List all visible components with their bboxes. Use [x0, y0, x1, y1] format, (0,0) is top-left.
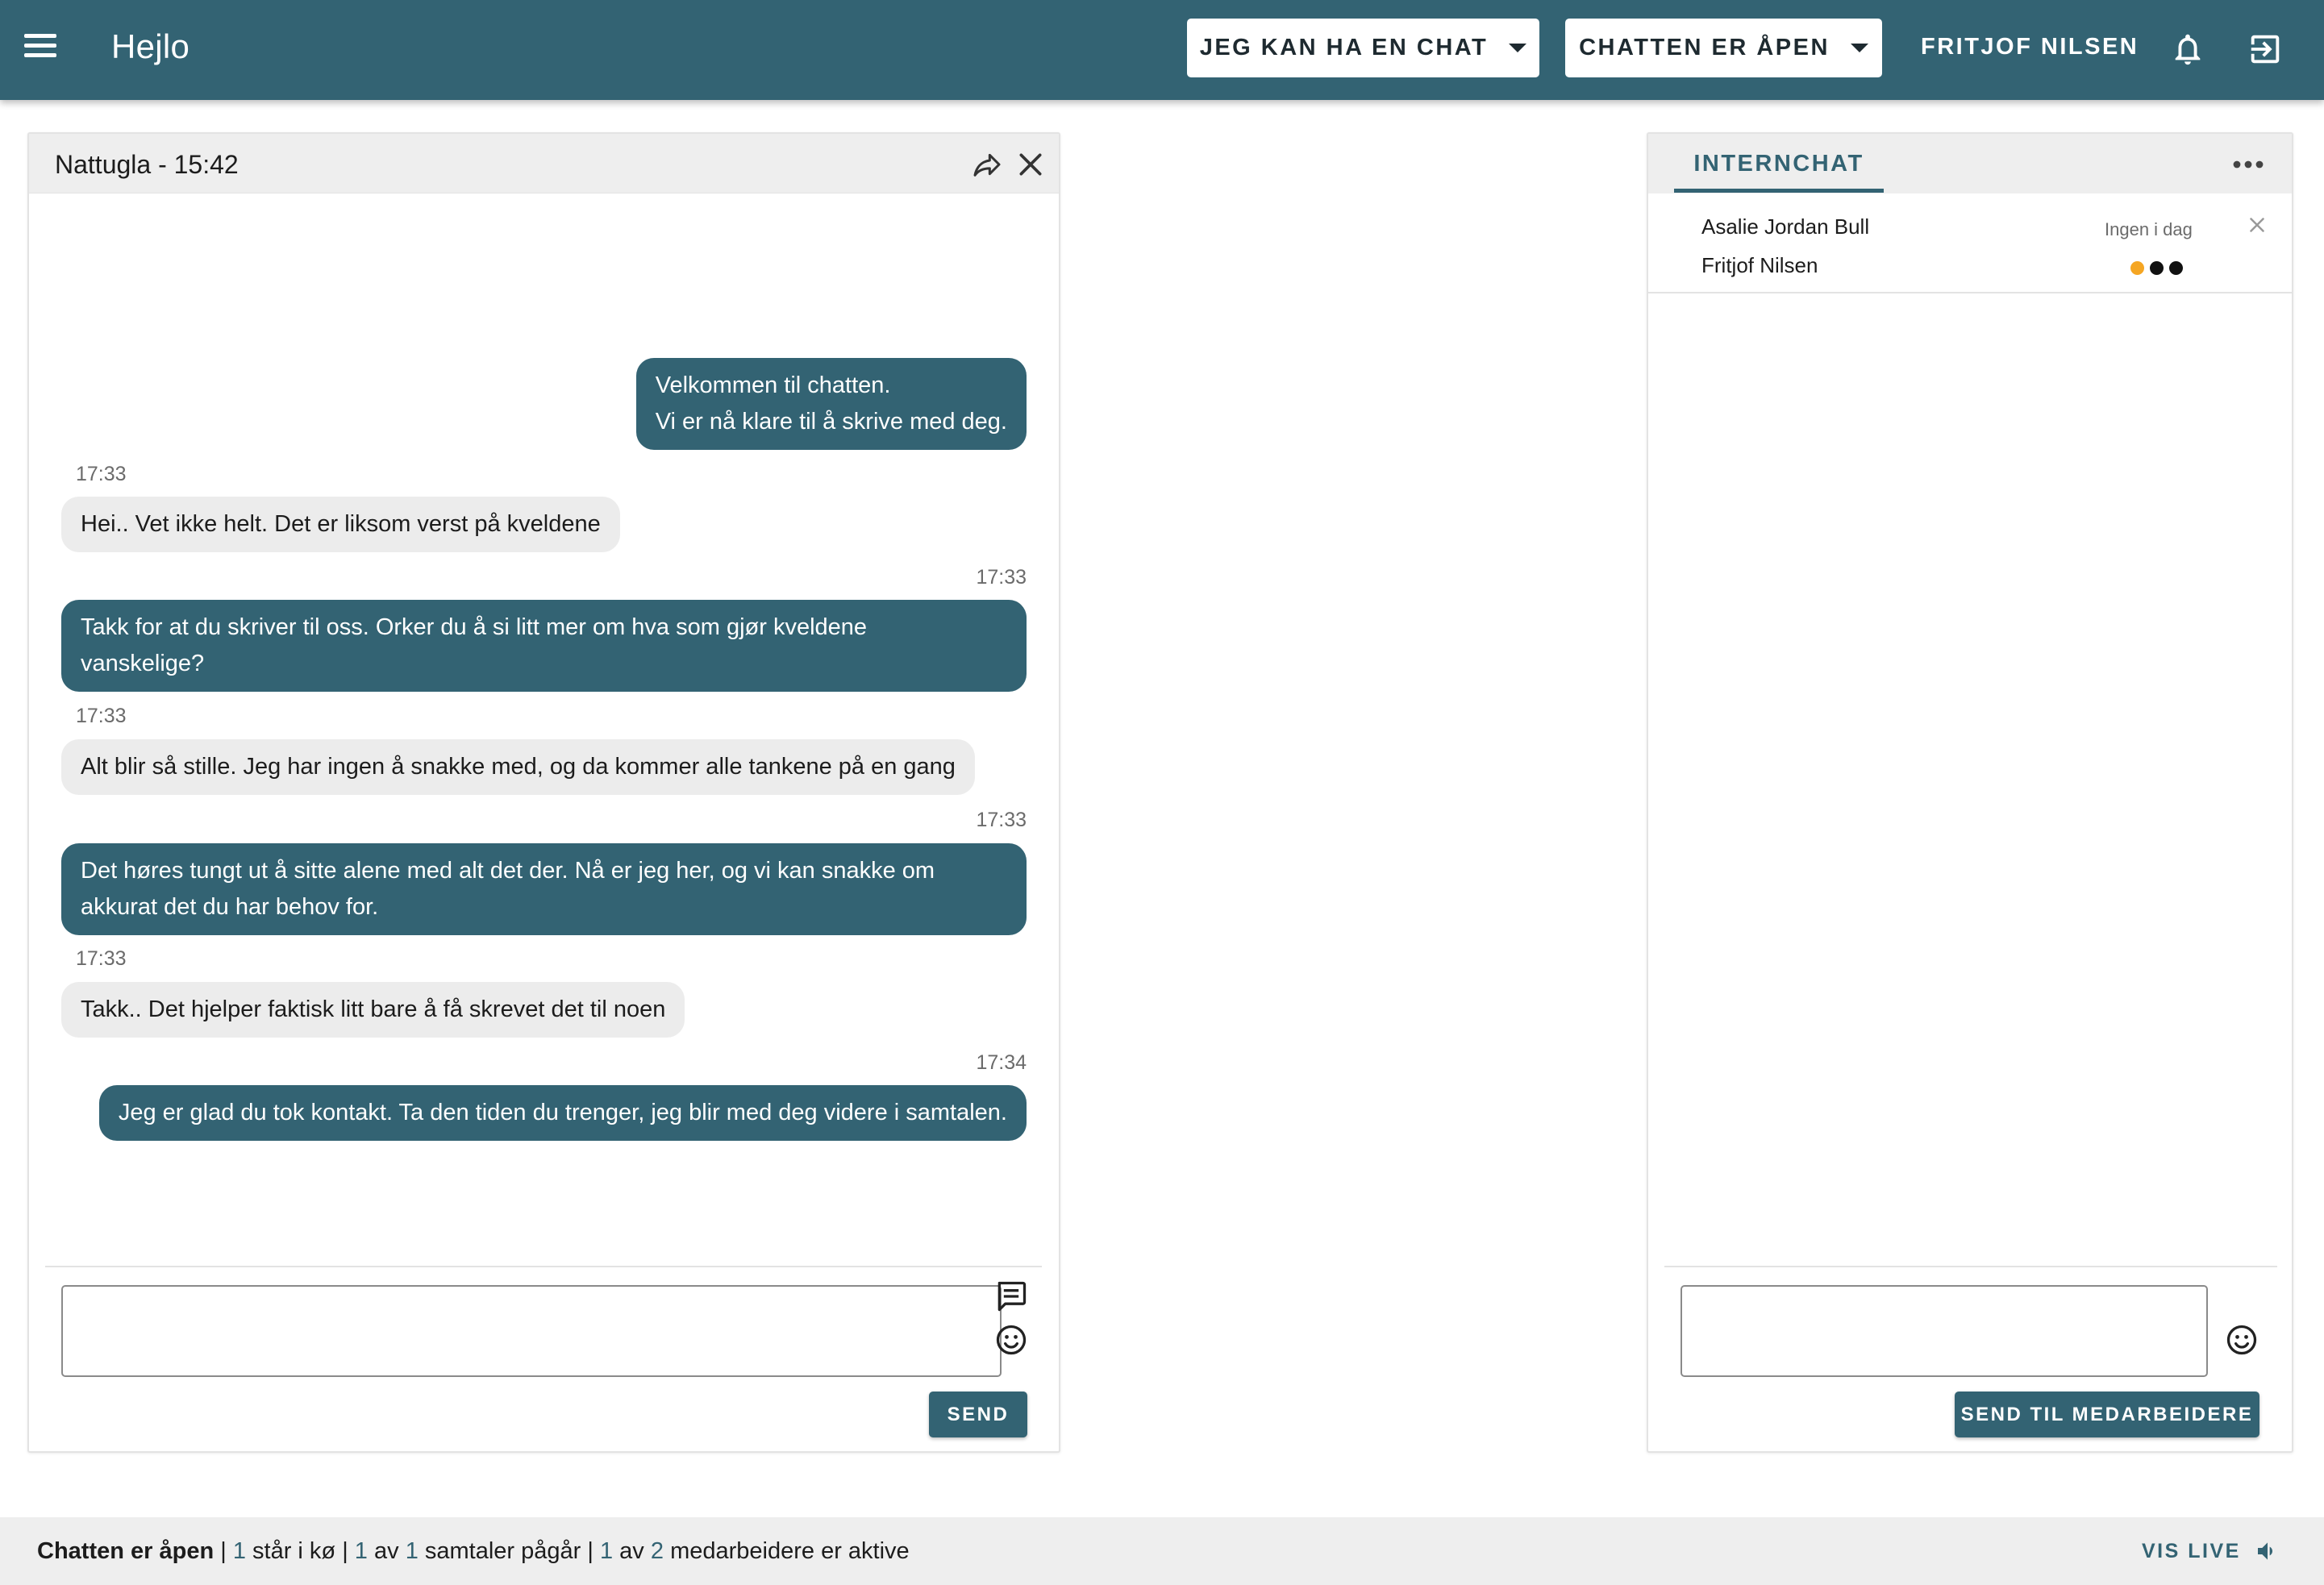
internchat-tabbar: INTERNCHAT: [1648, 134, 2292, 193]
availability-dropdown-label: JEG KAN HA EN CHAT: [1199, 35, 1489, 60]
message-list[interactable]: Velkommen til chatten. Vi er nå klare ti…: [29, 193, 1059, 1395]
typing-dot: [2130, 261, 2144, 275]
logout-icon[interactable]: [2247, 31, 2284, 68]
participant-status: Ingen i dag: [2105, 219, 2193, 239]
show-live-button[interactable]: VIS LIVE: [2142, 1540, 2241, 1563]
canned-responses-icon[interactable]: [993, 1279, 1029, 1314]
message-bubble-incoming: Alt blir så stille. Jeg har ingen å snak…: [61, 739, 975, 795]
message-bubble-outgoing: Det høres tungt ut å sitte alene med alt…: [61, 843, 1027, 935]
emoji-icon[interactable]: [993, 1322, 1029, 1358]
active-conversations-count: 1: [354, 1538, 368, 1564]
message-timestamp: 17:33: [76, 947, 127, 970]
internchat-message-input[interactable]: [1681, 1285, 2208, 1377]
typing-dot: [2169, 261, 2183, 275]
message-timestamp: 17:33: [76, 463, 127, 485]
participant-name: Asalie Jordan Bull: [1701, 214, 1870, 239]
message-timestamp: 17:33: [976, 809, 1027, 831]
typing-indicator: [2130, 261, 2183, 275]
caret-down-icon: [1509, 44, 1527, 52]
active-tab-indicator: [1674, 189, 1884, 193]
message-bubble-incoming: Takk.. Det hjelper faktisk litt bare å f…: [61, 982, 685, 1038]
internchat-panel: INTERNCHAT Asalie Jordan Bull Ingen i da…: [1647, 132, 2293, 1453]
close-icon[interactable]: [1014, 148, 1047, 181]
message-timestamp: 17:33: [76, 705, 127, 727]
chat-status-dropdown[interactable]: CHATTEN ER ÅPEN: [1565, 19, 1882, 77]
status-bar: Chatten er åpen | 1 står i kø | 1 av 1 s…: [0, 1517, 2324, 1585]
active-staff-count: 1: [599, 1538, 614, 1564]
total-staff-count: 2: [650, 1538, 664, 1564]
chat-panel: Nattugla - 15:42 Velkommen til chatten. …: [27, 132, 1060, 1453]
menu-icon[interactable]: [24, 34, 56, 66]
top-app-bar: Hejlo JEG KAN HA EN CHAT CHATTEN ER ÅPEN…: [0, 0, 2324, 100]
close-icon[interactable]: [2245, 213, 2269, 237]
composer-divider: [1664, 1266, 2277, 1267]
bell-icon[interactable]: [2169, 31, 2206, 68]
message-timestamp: 17:33: [976, 566, 1027, 589]
chat-status-dropdown-label: CHATTEN ER ÅPEN: [1579, 35, 1830, 60]
message-timestamp: 17:34: [976, 1051, 1027, 1074]
more-horizontal-icon[interactable]: [2229, 148, 2268, 181]
message-bubble-outgoing: Velkommen til chatten. Vi er nå klare ti…: [635, 358, 1027, 450]
queue-count: 1: [232, 1538, 246, 1564]
app-title: Hejlo: [111, 27, 190, 65]
typing-dot: [2150, 261, 2164, 275]
total-conversations-count: 1: [405, 1538, 419, 1564]
chat-title: Nattugla - 15:42: [55, 150, 239, 179]
send-to-staff-button[interactable]: SEND TIL MEDARBEIDERE: [1955, 1392, 2259, 1437]
status-summary: Chatten er åpen | 1 står i kø | 1 av 1 s…: [37, 1538, 910, 1564]
availability-dropdown[interactable]: JEG KAN HA EN CHAT: [1187, 19, 1539, 77]
send-button[interactable]: SEND: [929, 1392, 1027, 1437]
caret-down-icon: [1850, 44, 1868, 52]
participant-name: Fritjof Nilsen: [1701, 253, 1818, 277]
emoji-icon[interactable]: [2224, 1322, 2259, 1358]
chat-message-input[interactable]: [61, 1285, 1002, 1377]
tab-internchat[interactable]: INTERNCHAT: [1674, 134, 1884, 193]
message-bubble-outgoing: Jeg er glad du tok kontakt. Ta den tiden…: [98, 1085, 1027, 1141]
message-bubble-incoming: Hei.. Vet ikke helt. Det er liksom verst…: [61, 497, 620, 552]
chat-open-status: Chatten er åpen: [37, 1538, 214, 1564]
message-bubble-outgoing: Takk for at du skriver til oss. Orker du…: [61, 600, 1027, 692]
forward-icon[interactable]: [971, 148, 1003, 181]
composer-divider: [45, 1266, 1042, 1267]
user-menu-button[interactable]: FRITJOF NILSEN: [1921, 34, 2139, 60]
participant-list: Asalie Jordan Bull Ingen i dag Fritjof N…: [1648, 193, 2292, 293]
chat-header: Nattugla - 15:42: [29, 134, 1059, 193]
volume-icon[interactable]: [2255, 1538, 2280, 1564]
